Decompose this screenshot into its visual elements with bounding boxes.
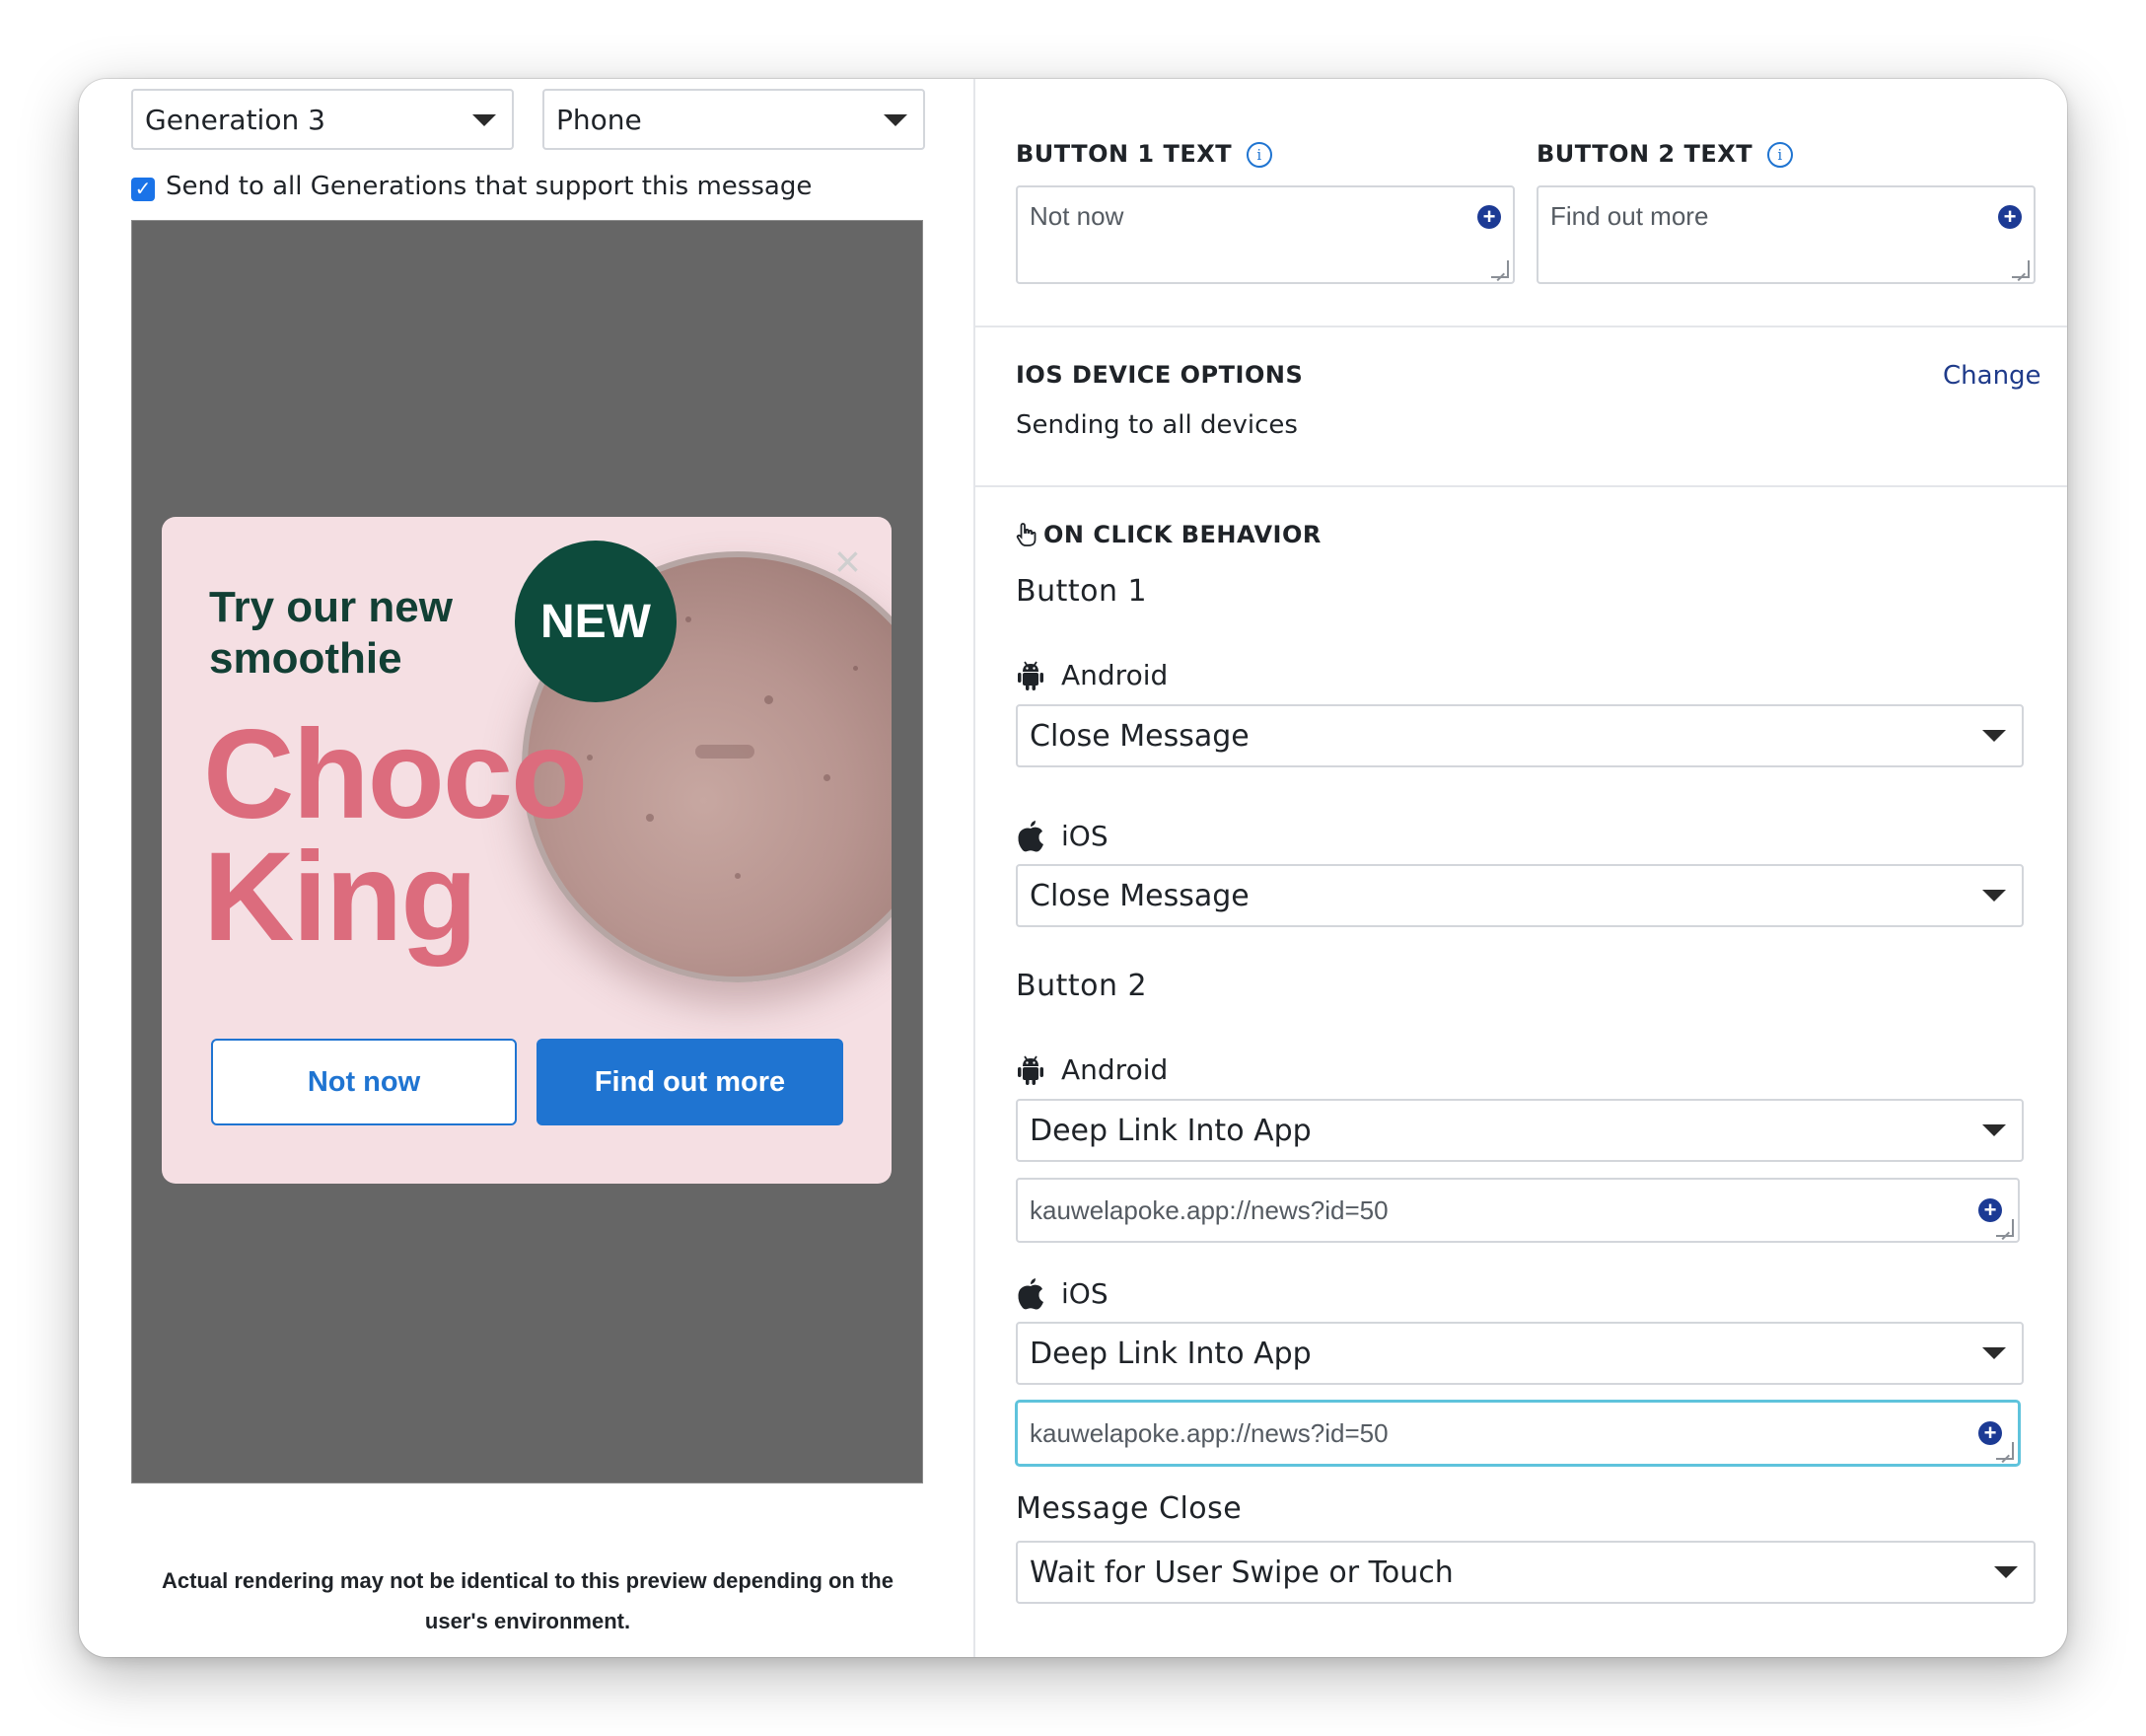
button1-text-heading: BUTTON 1 TEXT i xyxy=(1016,140,1272,168)
card-title-line1: Choco xyxy=(203,704,588,845)
button1-android-label: Android xyxy=(1016,659,1168,691)
info-icon[interactable]: i xyxy=(1766,142,1793,168)
message-close-value: Wait for User Swipe or Touch xyxy=(1030,1555,1454,1590)
button2-android-url-value: kauwelapoke.app://news?id=50 xyxy=(1030,1194,1389,1225)
button2-text-field[interactable]: Find out more + xyxy=(1537,185,2036,284)
send-all-label: Send to all Generations that support thi… xyxy=(166,172,813,201)
card-title: Choco King xyxy=(203,704,588,968)
ios-options-change-link[interactable]: Change xyxy=(1943,361,2041,391)
android-icon xyxy=(1018,661,1043,690)
button2-text-value: Find out more xyxy=(1550,201,1709,231)
editor-window: Generation 3 Phone ✓ Send to all Generat… xyxy=(79,79,2067,1657)
card-title-line2: King xyxy=(203,827,477,968)
resize-grip-icon[interactable] xyxy=(1996,1219,2014,1237)
generation-select[interactable]: Generation 3 xyxy=(131,89,514,150)
plus-circle-icon[interactable]: + xyxy=(1998,205,2022,229)
close-icon[interactable]: × xyxy=(834,539,861,584)
apple-icon xyxy=(1018,821,1043,852)
preview-not-now-button[interactable]: Not now xyxy=(211,1039,517,1125)
generation-select-value: Generation 3 xyxy=(145,103,325,136)
section-divider xyxy=(975,485,2067,487)
send-all-checkbox[interactable]: ✓ xyxy=(131,178,155,201)
button2-android-action-select[interactable]: Deep Link Into App xyxy=(1016,1099,2024,1162)
resize-grip-icon[interactable] xyxy=(2012,260,2030,278)
info-icon[interactable]: i xyxy=(1246,142,1272,168)
button1-ios-action-select[interactable]: Close Message xyxy=(1016,864,2024,927)
button1-ios-label: iOS xyxy=(1016,819,1109,852)
ios-options-heading: IOS DEVICE OPTIONS xyxy=(1016,361,1304,389)
button1-text-value: Not now xyxy=(1030,201,1124,231)
pane-divider xyxy=(973,79,975,1657)
button2-text-label: BUTTON 2 TEXT xyxy=(1537,140,1753,168)
plus-circle-icon[interactable]: + xyxy=(1477,205,1501,229)
android-icon xyxy=(1018,1055,1043,1085)
button2-heading: Button 2 xyxy=(1016,969,1148,1003)
button1-android-action-value: Close Message xyxy=(1030,718,1250,754)
button2-ios-label: iOS xyxy=(1016,1276,1109,1310)
on-click-heading: ON CLICK BEHAVIOR xyxy=(1016,521,1322,548)
button1-android-text: Android xyxy=(1061,659,1169,691)
preview-find-out-more-button[interactable]: Find out more xyxy=(536,1039,843,1125)
caret-down-icon xyxy=(1982,1124,2006,1136)
message-preview: NEW × Try our new smoothie Choco King No… xyxy=(131,220,923,1483)
button2-ios-action-value: Deep Link Into App xyxy=(1030,1336,1312,1371)
caret-down-icon xyxy=(884,114,907,126)
on-click-label: ON CLICK BEHAVIOR xyxy=(1043,521,1322,548)
button1-text-label: BUTTON 1 TEXT xyxy=(1016,140,1233,168)
device-select[interactable]: Phone xyxy=(542,89,925,150)
device-select-value: Phone xyxy=(556,103,642,136)
button1-text-field[interactable]: Not now + xyxy=(1016,185,1515,284)
caret-down-icon xyxy=(1982,1347,2006,1359)
caret-down-icon xyxy=(1982,890,2006,902)
button2-ios-text: iOS xyxy=(1061,1276,1109,1310)
button2-ios-url-field[interactable]: kauwelapoke.app://news?id=50 + xyxy=(1016,1401,2020,1466)
caret-down-icon xyxy=(472,114,496,126)
new-badge: NEW xyxy=(515,541,677,702)
button2-android-action-value: Deep Link Into App xyxy=(1030,1113,1312,1148)
button2-ios-url-value: kauwelapoke.app://news?id=50 xyxy=(1030,1417,1389,1448)
button2-android-url-field[interactable]: kauwelapoke.app://news?id=50 + xyxy=(1016,1178,2020,1243)
caret-down-icon xyxy=(1994,1566,2018,1578)
button2-text-heading: BUTTON 2 TEXT i xyxy=(1537,140,1793,168)
button2-android-label: Android xyxy=(1016,1053,1168,1086)
ios-options-value: Sending to all devices xyxy=(1016,410,1298,440)
section-divider xyxy=(975,326,2067,327)
caret-down-icon xyxy=(1982,730,2006,742)
button1-android-action-select[interactable]: Close Message xyxy=(1016,704,2024,767)
preview-disclaimer: Actual rendering may not be identical to… xyxy=(162,1568,894,1633)
button1-ios-text: iOS xyxy=(1061,819,1109,852)
button1-ios-action-value: Close Message xyxy=(1030,878,1250,913)
apple-icon xyxy=(1018,1278,1043,1310)
button2-android-text: Android xyxy=(1061,1053,1169,1086)
message-close-heading: Message Close xyxy=(1016,1491,1243,1526)
resize-grip-icon[interactable] xyxy=(1996,1442,2014,1460)
resize-grip-icon[interactable] xyxy=(1491,260,1509,278)
preview-card: NEW × Try our new smoothie Choco King No… xyxy=(162,517,892,1184)
message-close-select[interactable]: Wait for User Swipe or Touch xyxy=(1016,1541,2036,1604)
hand-pointer-icon xyxy=(1016,523,1037,546)
card-subtitle: Try our new smoothie xyxy=(209,583,453,683)
button1-heading: Button 1 xyxy=(1016,574,1148,609)
button2-ios-action-select[interactable]: Deep Link Into App xyxy=(1016,1322,2024,1385)
